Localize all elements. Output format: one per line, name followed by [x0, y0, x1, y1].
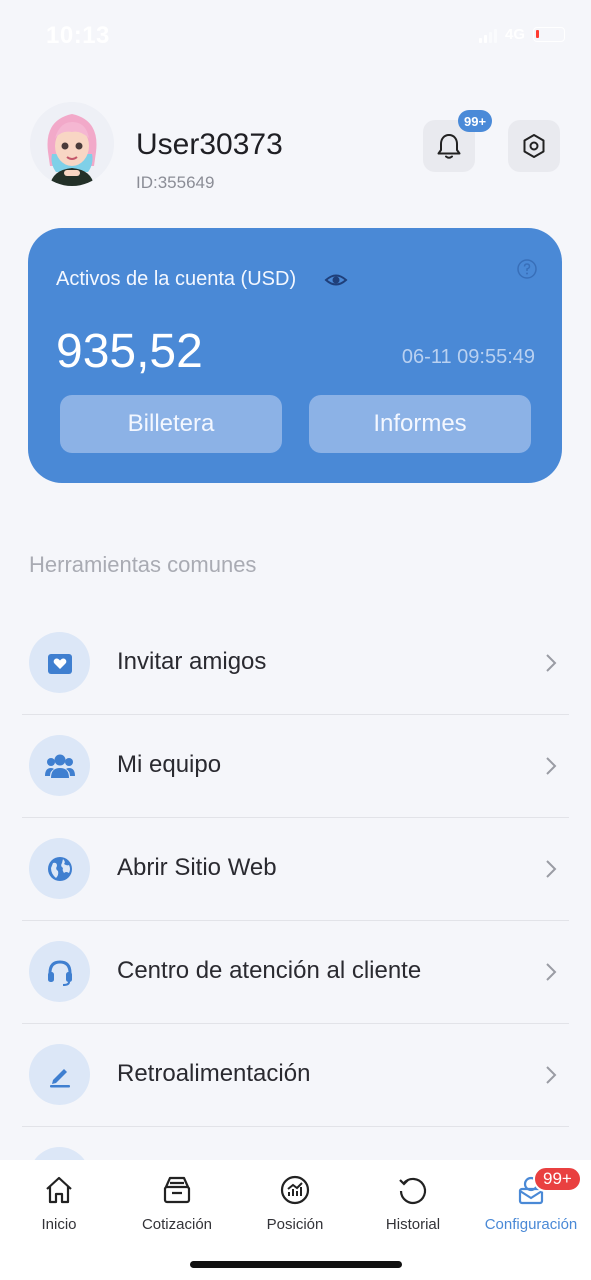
nav-badge: 99+: [533, 1166, 582, 1192]
bell-icon: [437, 134, 461, 159]
nav-item-position[interactable]: Posición: [236, 1172, 354, 1233]
wallet-button[interactable]: Billetera: [60, 395, 282, 453]
list-item-open-website[interactable]: Abrir Sitio Web: [0, 818, 591, 921]
position-chart-icon: [279, 1172, 311, 1208]
nav-label: Inicio: [41, 1216, 77, 1233]
envelope-heart-icon: [29, 632, 90, 693]
reports-button[interactable]: Informes: [309, 395, 531, 453]
chevron-right-icon: [546, 757, 557, 775]
chevron-right-icon: [546, 963, 557, 981]
username: User30373: [136, 128, 283, 161]
settings-button[interactable]: [508, 120, 560, 172]
headset-icon: [29, 941, 90, 1002]
status-bar: 10:13 4G: [0, 0, 591, 70]
nav-label: Historial: [385, 1216, 441, 1233]
quote-box-icon: [161, 1172, 193, 1208]
assets-amount: 935,52: [56, 325, 203, 378]
home-icon: [43, 1172, 75, 1208]
list-item-label: Mi equipo: [117, 751, 222, 778]
section-title: Herramientas comunes: [29, 552, 257, 577]
account-assets-card: Activos de la cuenta (USD) 935,52 06-11 …: [28, 228, 562, 483]
help-icon[interactable]: [516, 258, 538, 280]
assets-timestamp: 06-11 09:55:49: [401, 346, 535, 368]
nav-label: Configuración: [484, 1216, 578, 1233]
avatar[interactable]: [30, 102, 114, 186]
nav-label: Posición: [266, 1216, 324, 1233]
tools-list: Invitar amigos Mi equipo Abrir Sitio Web…: [0, 612, 591, 1230]
notification-badge: 99+: [458, 110, 493, 132]
list-item-feedback[interactable]: Retroalimentación: [0, 1024, 591, 1127]
status-time: 10:13: [46, 22, 110, 49]
nav-item-history[interactable]: Historial: [354, 1172, 472, 1233]
eye-icon[interactable]: [324, 268, 348, 292]
list-item-customer-service[interactable]: Centro de atención al cliente: [0, 921, 591, 1024]
avatar-image: [30, 102, 114, 186]
assets-label: Activos de la cuenta (USD): [56, 268, 297, 290]
list-item-label: Retroalimentación: [117, 1060, 311, 1087]
chevron-right-icon: [546, 654, 557, 672]
pen-icon: [29, 1044, 90, 1105]
list-item-invite-friends[interactable]: Invitar amigos: [0, 612, 591, 715]
chevron-right-icon: [546, 860, 557, 878]
nav-item-home[interactable]: Inicio: [0, 1172, 118, 1233]
user-id: ID:355649: [136, 173, 215, 192]
list-item-label: Invitar amigos: [117, 648, 267, 675]
list-item-label: Abrir Sitio Web: [117, 854, 277, 881]
chevron-right-icon: [546, 1066, 557, 1084]
status-indicators: 4G: [478, 26, 565, 43]
battery-icon: [533, 27, 565, 42]
globe-icon: [29, 838, 90, 899]
hexagon-settings-icon: [523, 134, 545, 158]
nav-label: Cotización: [141, 1216, 213, 1233]
signal-icon: [478, 27, 497, 43]
nav-item-quotes[interactable]: Cotización: [118, 1172, 236, 1233]
list-item-label: Centro de atención al cliente: [117, 957, 422, 984]
history-icon: [397, 1172, 429, 1208]
team-icon: [29, 735, 90, 796]
home-indicator: [190, 1261, 402, 1268]
list-item-my-team[interactable]: Mi equipo: [0, 715, 591, 818]
network-label: 4G: [504, 26, 525, 43]
